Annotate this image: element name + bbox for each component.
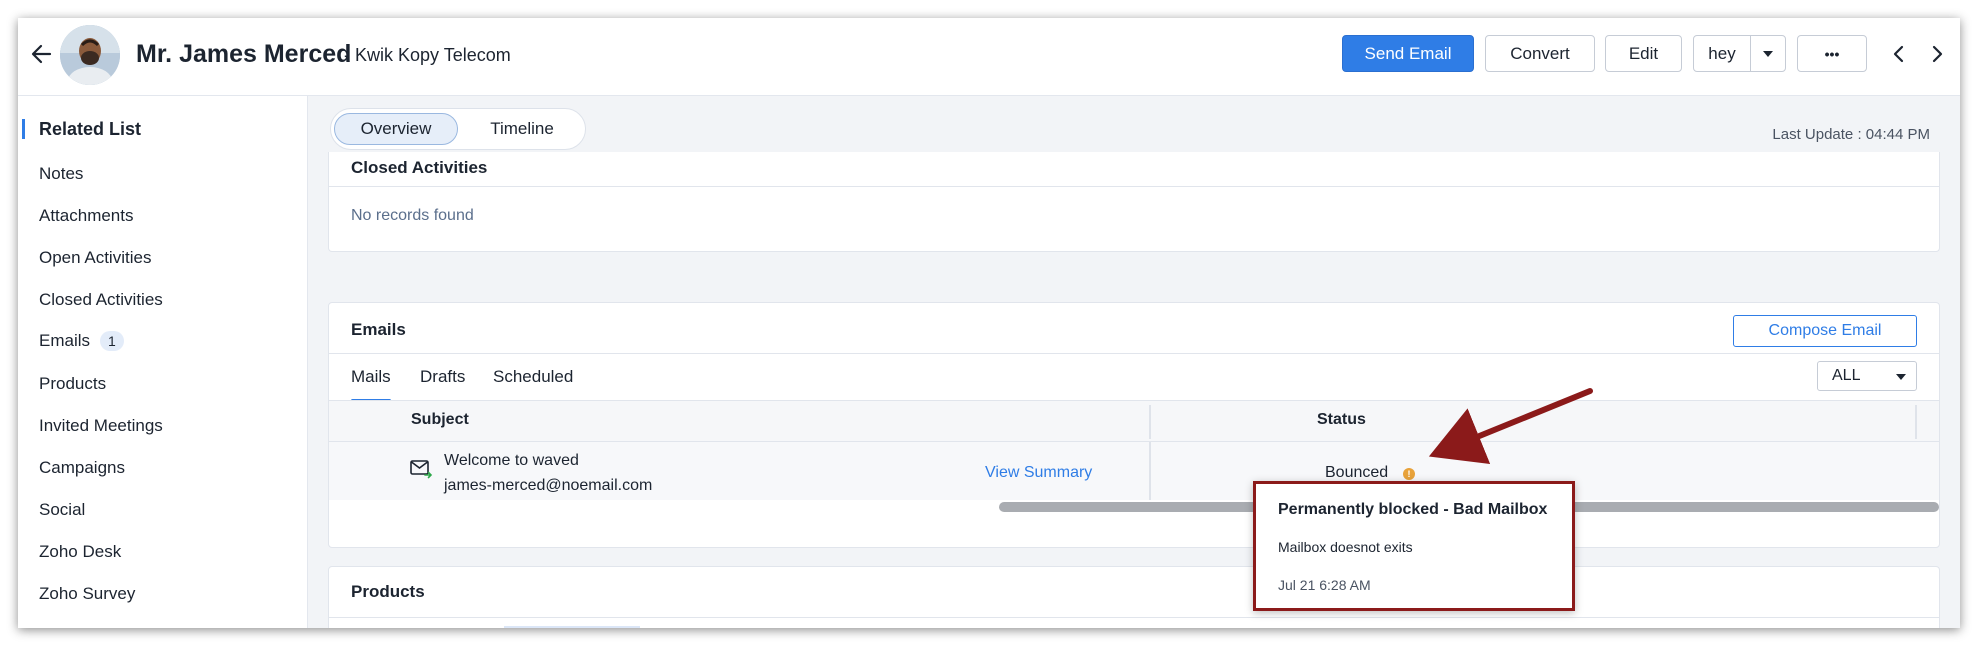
- previous-record-icon[interactable]: [1888, 42, 1910, 66]
- sidebar-item-notes[interactable]: Notes: [39, 164, 83, 184]
- tab-overview[interactable]: Overview: [334, 113, 458, 145]
- sidebar-item-label: Social: [39, 500, 86, 519]
- sidebar-item-label: Attachments: [39, 206, 134, 225]
- empty-message: No records found: [351, 207, 474, 224]
- table-row[interactable]: Welcome to waved james-merced@noemail.co…: [329, 442, 1939, 500]
- divider: [329, 186, 1939, 187]
- mail-recipient: james-merced@noemail.com: [444, 477, 653, 494]
- sidebar-item-label: Zoho Survey: [39, 584, 136, 603]
- sidebar-item-label: Products: [39, 374, 107, 393]
- sidebar-item-invited-meetings[interactable]: Invited Meetings: [39, 416, 163, 436]
- partial-button: [504, 626, 640, 628]
- sidebar-item-closed-activities[interactable]: Closed Activities: [39, 290, 163, 310]
- column-resizer[interactable]: [1915, 405, 1917, 439]
- divider: [329, 353, 1939, 354]
- related-list-sidebar: Related List Notes Attachments Open Acti…: [18, 96, 308, 628]
- info-icon[interactable]: !: [1403, 468, 1415, 480]
- filter-value: ALL: [1832, 367, 1861, 384]
- tooltip-message: Mailbox doesnot exits: [1278, 539, 1413, 555]
- last-update: Last Update : 04:44 PM: [1772, 126, 1930, 143]
- products-card: Products: [328, 566, 1940, 628]
- sidebar-item-open-activities[interactable]: Open Activities: [39, 248, 151, 268]
- sidebar-item-label: Closed Activities: [39, 290, 163, 309]
- emails-card: Emails Compose Email Mails Drafts Schedu…: [328, 302, 1940, 548]
- active-indicator: [22, 119, 25, 139]
- hey-dropdown-button[interactable]: [1750, 35, 1786, 72]
- view-tabs: Overview Timeline: [330, 108, 586, 150]
- products-title: Products: [351, 582, 425, 601]
- status-badge: Bounced: [1325, 464, 1389, 481]
- related-list-heading: Related List: [39, 119, 142, 139]
- hey-button[interactable]: hey: [1693, 35, 1751, 72]
- sidebar-item-label: Zoho Desk: [39, 542, 122, 561]
- back-arrow-icon[interactable]: [28, 40, 56, 68]
- sidebar-item-zoho-survey[interactable]: Zoho Survey: [39, 584, 135, 604]
- sidebar-item-products[interactable]: Products: [39, 374, 106, 394]
- caret-down-icon: [1896, 374, 1906, 380]
- tab-mails[interactable]: Mails: [351, 367, 391, 387]
- tab-drafts[interactable]: Drafts: [420, 367, 465, 387]
- emails-count-badge: 1: [100, 331, 124, 351]
- column-resizer[interactable]: [1149, 405, 1151, 439]
- person-photo-icon: [60, 25, 120, 85]
- sent-mail-icon: [410, 460, 433, 479]
- sidebar-item-attachments[interactable]: Attachments: [39, 206, 134, 226]
- main-content: Overview Timeline Last Update : 04:44 PM…: [308, 96, 1960, 628]
- caret-down-icon: [1763, 50, 1773, 57]
- column-status: Status: [1317, 411, 1366, 428]
- column-divider: [1149, 442, 1151, 500]
- divider: [329, 617, 1939, 618]
- sidebar-item-emails[interactable]: Emails 1: [39, 331, 124, 351]
- mail-filter-select[interactable]: ALL: [1817, 361, 1917, 391]
- record-title: Mr. James Merced: [136, 40, 352, 68]
- avatar[interactable]: [60, 25, 120, 85]
- record-header: Mr. James Merced - Kwik Kopy Telecom Sen…: [18, 18, 1960, 96]
- view-summary-link[interactable]: View Summary: [985, 464, 1092, 482]
- sidebar-item-label: Open Activities: [39, 248, 152, 267]
- closed-activities-card: Closed Activities No records found: [328, 152, 1940, 252]
- next-record-icon[interactable]: [1926, 42, 1948, 66]
- crm-window: Mr. James Merced - Kwik Kopy Telecom Sen…: [18, 18, 1960, 628]
- tooltip-date: Jul 21 6:28 AM: [1278, 577, 1371, 593]
- tab-timeline[interactable]: Timeline: [463, 113, 581, 145]
- convert-button[interactable]: Convert: [1485, 35, 1595, 72]
- mails-table-header: Subject Status: [329, 400, 1939, 442]
- sidebar-item-campaigns[interactable]: Campaigns: [39, 458, 125, 478]
- more-options-button[interactable]: •••: [1797, 35, 1867, 72]
- record-company: - Kwik Kopy Telecom: [344, 45, 511, 65]
- compose-email-button[interactable]: Compose Email: [1733, 315, 1917, 347]
- bounce-reason-tooltip: Permanently blocked - Bad Mailbox Mailbo…: [1253, 481, 1575, 611]
- column-subject: Subject: [411, 411, 469, 428]
- tab-scheduled[interactable]: Scheduled: [493, 367, 573, 387]
- sidebar-item-zoho-desk[interactable]: Zoho Desk: [39, 542, 121, 562]
- sidebar-item-label: Emails: [39, 331, 91, 350]
- sidebar-item-label: Notes: [39, 164, 84, 183]
- send-email-button[interactable]: Send Email: [1342, 35, 1474, 72]
- mail-subject[interactable]: Welcome to waved: [444, 452, 579, 470]
- sidebar-item-social[interactable]: Social: [39, 500, 85, 520]
- sidebar-item-label: Campaigns: [39, 458, 125, 477]
- sidebar-item-label: Invited Meetings: [39, 416, 163, 435]
- closed-activities-title: Closed Activities: [351, 158, 488, 177]
- edit-button[interactable]: Edit: [1605, 35, 1682, 72]
- emails-title: Emails: [351, 320, 406, 339]
- tooltip-title: Permanently blocked - Bad Mailbox: [1278, 501, 1548, 518]
